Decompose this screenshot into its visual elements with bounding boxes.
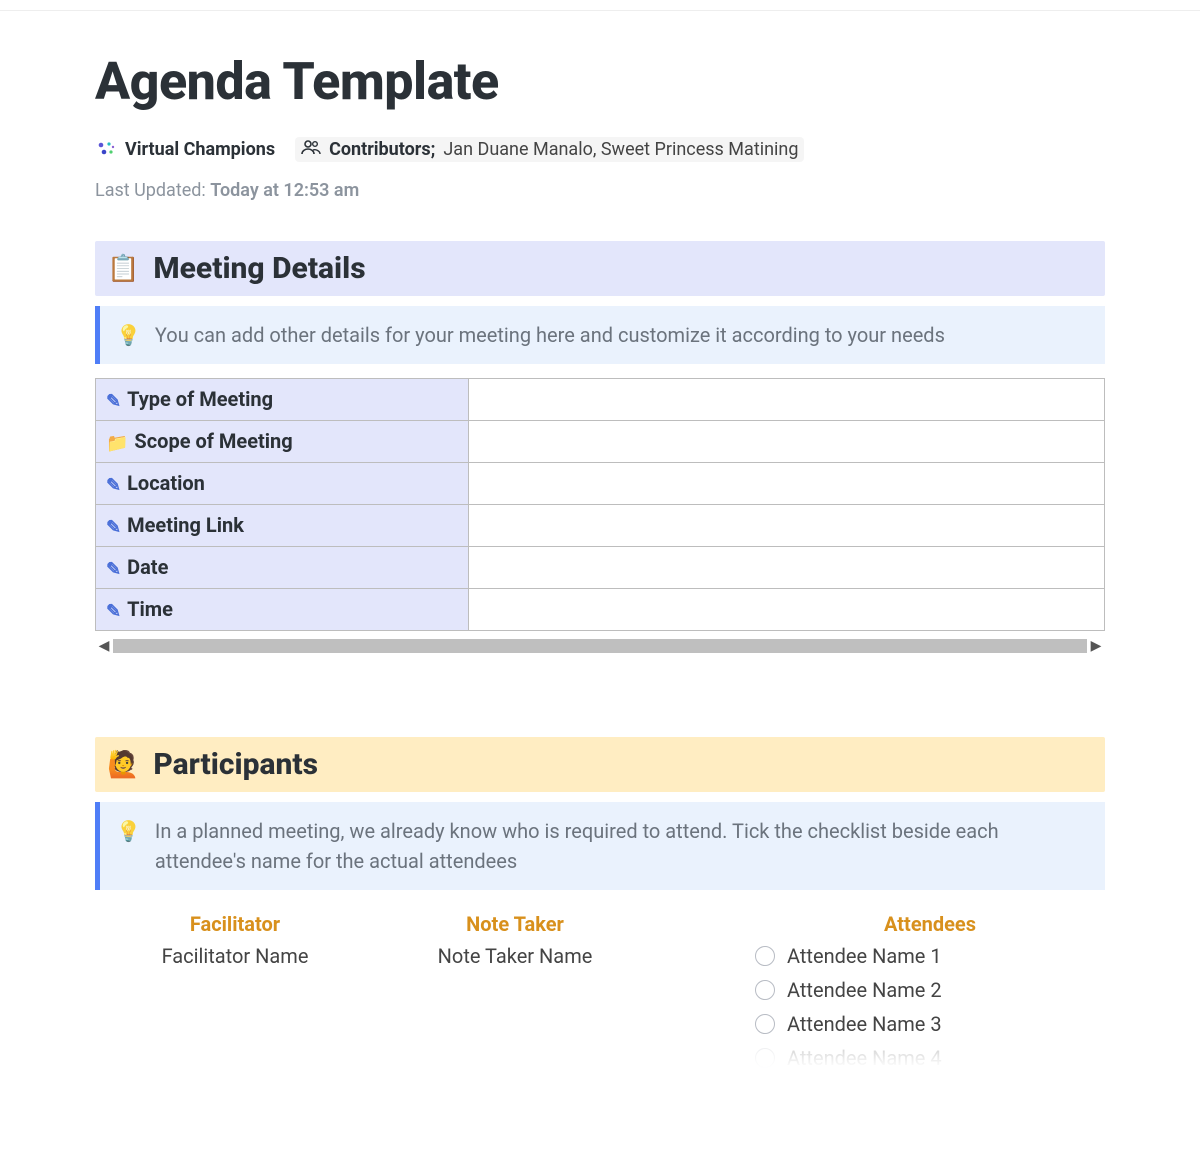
workspace-icon — [95, 139, 117, 161]
table-row: ✎Location — [96, 463, 1105, 505]
last-updated-label: Last Updated: — [95, 180, 206, 201]
pencil-icon: ✎ — [106, 475, 121, 496]
row-value[interactable] — [469, 379, 1105, 421]
page-title: Agenda Template — [95, 51, 1105, 112]
facilitator-header: Facilitator — [95, 912, 375, 936]
section-title: Participants — [153, 747, 318, 782]
callout-text: In a planned meeting, we already know wh… — [155, 816, 1089, 876]
facilitator-name[interactable]: Facilitator Name — [95, 944, 375, 968]
callout-participants: 💡 In a planned meeting, we already know … — [95, 802, 1105, 890]
workspace-chip[interactable]: Virtual Champions — [95, 139, 275, 161]
table-row: 📁Scope of Meeting — [96, 421, 1105, 463]
callout-text: You can add other details for your meeti… — [155, 320, 945, 350]
pencil-icon: ✎ — [106, 601, 121, 622]
list-item[interactable]: Attendee Name 1 — [755, 944, 1105, 968]
notetaker-name[interactable]: Note Taker Name — [375, 944, 655, 968]
attendee-name: Attendee Name 2 — [787, 978, 942, 1002]
workspace-name: Virtual Champions — [125, 139, 275, 160]
last-updated: Last Updated: Today at 12:53 am — [95, 180, 1105, 201]
contributors-label: Contributors; — [329, 139, 435, 160]
checkbox[interactable] — [755, 1048, 775, 1068]
contributors-names: Jan Duane Manalo, Sweet Princess Matinin… — [443, 139, 798, 160]
checkbox[interactable] — [755, 946, 775, 966]
scroll-left-arrow-icon[interactable]: ◀ — [95, 638, 113, 654]
row-label[interactable]: ✎Meeting Link — [96, 505, 469, 547]
row-value[interactable] — [469, 421, 1105, 463]
notetaker-header: Note Taker — [375, 912, 655, 936]
row-label[interactable]: ✎Location — [96, 463, 469, 505]
pencil-icon: ✎ — [106, 517, 121, 538]
clipboard-icon: 📋 — [107, 254, 139, 284]
table-row: ✎Meeting Link — [96, 505, 1105, 547]
scroll-right-arrow-icon[interactable]: ▶ — [1087, 638, 1105, 654]
table-row: ✎Time — [96, 589, 1105, 631]
section-header-meeting-details: 📋 Meeting Details — [95, 241, 1105, 296]
row-value[interactable] — [469, 547, 1105, 589]
row-value[interactable] — [469, 463, 1105, 505]
row-label[interactable]: ✎Type of Meeting — [96, 379, 469, 421]
row-value[interactable] — [469, 589, 1105, 631]
scroll-track[interactable] — [113, 639, 1087, 653]
lightbulb-icon: 💡 — [116, 320, 141, 350]
table-row: ✎Date — [96, 547, 1105, 589]
meeting-details-table: ✎Type of Meeting 📁Scope of Meeting ✎Loca… — [95, 378, 1105, 631]
table-row: ✎Type of Meeting — [96, 379, 1105, 421]
last-updated-time: Today at 12:53 am — [210, 180, 359, 201]
attendee-list: Attendee Name 1 Attendee Name 2 Attendee… — [755, 944, 1105, 1070]
list-item[interactable]: Attendee Name 4 — [755, 1046, 1105, 1070]
attendee-name: Attendee Name 3 — [787, 1012, 942, 1036]
row-value[interactable] — [469, 505, 1105, 547]
notetaker-column: Note Taker Note Taker Name — [375, 912, 655, 1070]
attendee-name: Attendee Name 4 — [787, 1046, 942, 1070]
meta-row: Virtual Champions Contributors; Jan Duan… — [95, 137, 1105, 162]
section-header-participants: 🙋 Participants — [95, 737, 1105, 792]
attendees-header: Attendees — [755, 912, 1105, 936]
roles-row: Facilitator Facilitator Name Note Taker … — [95, 912, 1105, 1070]
contributors-chip[interactable]: Contributors; Jan Duane Manalo, Sweet Pr… — [295, 137, 804, 162]
callout-meeting-details: 💡 You can add other details for your mee… — [95, 306, 1105, 364]
list-item[interactable]: Attendee Name 3 — [755, 1012, 1105, 1036]
checkbox[interactable] — [755, 1014, 775, 1034]
people-icon — [301, 139, 321, 160]
section-title: Meeting Details — [153, 251, 365, 286]
pencil-icon: ✎ — [106, 391, 121, 412]
folder-icon: 📁 — [106, 433, 128, 454]
page: Agenda Template Virtual Champions — [0, 10, 1200, 1070]
list-item[interactable]: Attendee Name 2 — [755, 978, 1105, 1002]
lightbulb-icon: 💡 — [116, 816, 141, 846]
row-label[interactable]: 📁Scope of Meeting — [96, 421, 469, 463]
row-label[interactable]: ✎Time — [96, 589, 469, 631]
row-label[interactable]: ✎Date — [96, 547, 469, 589]
raising-hand-icon: 🙋 — [107, 750, 139, 780]
attendee-name: Attendee Name 1 — [787, 944, 942, 968]
facilitator-column: Facilitator Facilitator Name — [95, 912, 375, 1070]
checkbox[interactable] — [755, 980, 775, 1000]
attendees-column: Attendees Attendee Name 1 Attendee Name … — [655, 912, 1105, 1070]
horizontal-scrollbar[interactable]: ◀ ▶ — [95, 635, 1105, 657]
pencil-icon: ✎ — [106, 559, 121, 580]
